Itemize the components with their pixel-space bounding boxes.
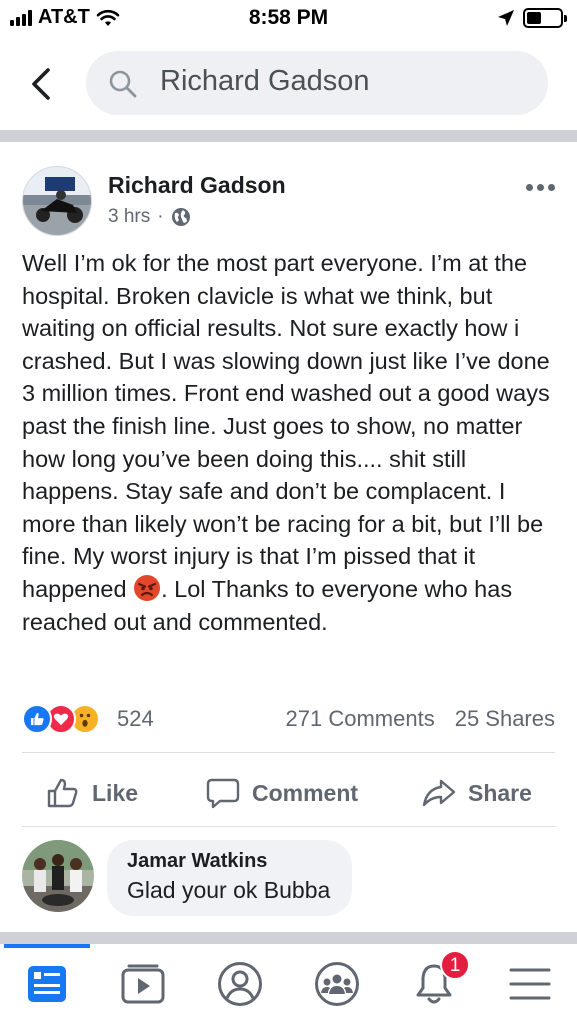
reaction-count[interactable]: 524 bbox=[117, 706, 154, 732]
divider bbox=[22, 752, 555, 753]
divider bbox=[0, 130, 577, 142]
search-icon bbox=[109, 70, 137, 98]
comment-button[interactable]: Comment bbox=[206, 777, 358, 809]
angry-face-emoji-icon bbox=[134, 574, 161, 601]
tab-news-feed[interactable] bbox=[17, 958, 77, 1010]
search-query: Richard Gadson bbox=[160, 65, 370, 97]
search-input[interactable]: Richard Gadson bbox=[86, 51, 548, 115]
post-text-part1: Well I’m ok for the most part everyone. … bbox=[22, 250, 550, 602]
reactions-summary[interactable]: 524 271 Comments 25 Shares bbox=[22, 702, 555, 736]
globe-icon bbox=[171, 208, 190, 226]
post-meta: 3 hrs · bbox=[108, 206, 191, 228]
commenter-name[interactable]: Jamar Watkins bbox=[127, 850, 330, 873]
share-arrow-icon bbox=[422, 779, 456, 807]
battery-icon bbox=[523, 8, 567, 28]
comment-label: Comment bbox=[252, 779, 359, 806]
tab-groups[interactable] bbox=[307, 958, 367, 1010]
commenter-avatar[interactable] bbox=[22, 840, 94, 912]
comment-bubble-icon bbox=[206, 778, 240, 809]
groups-icon bbox=[315, 962, 359, 1006]
search-header: Richard Gadson bbox=[0, 38, 577, 130]
active-tab-indicator bbox=[4, 944, 90, 948]
divider bbox=[22, 826, 555, 827]
comment-text: Glad your ok Bubba bbox=[127, 877, 331, 903]
like-label: Like bbox=[92, 779, 139, 806]
post-author[interactable]: Richard Gadson bbox=[108, 172, 286, 199]
comments-count[interactable]: 271 Comments bbox=[286, 706, 435, 732]
status-bar: AT&T 8:58 PM bbox=[0, 0, 577, 38]
reaction-icons bbox=[22, 702, 112, 736]
tab-profile[interactable] bbox=[210, 958, 270, 1010]
location-arrow-icon bbox=[498, 10, 514, 26]
more-options-icon[interactable] bbox=[526, 184, 555, 191]
tab-menu[interactable] bbox=[500, 958, 560, 1010]
tab-notifications[interactable]: 1 bbox=[404, 950, 470, 1010]
video-play-icon bbox=[121, 964, 165, 1004]
thumbs-up-icon bbox=[47, 778, 78, 808]
like-button[interactable]: Like bbox=[46, 777, 138, 809]
clock: 8:58 PM bbox=[248, 6, 329, 29]
shares-count[interactable]: 25 Shares bbox=[455, 706, 555, 732]
comment-bubble[interactable]: Jamar Watkins Glad your ok Bubba bbox=[107, 840, 353, 916]
share-button[interactable]: Share bbox=[422, 777, 532, 809]
author-avatar[interactable] bbox=[22, 166, 92, 236]
tab-watch[interactable] bbox=[113, 958, 173, 1010]
notification-badge: 1 bbox=[440, 950, 470, 980]
like-reaction-icon bbox=[22, 704, 52, 734]
post-text: Well I’m ok for the most part everyone. … bbox=[22, 247, 562, 638]
back-chevron-icon[interactable] bbox=[26, 64, 58, 104]
hamburger-menu-icon bbox=[509, 968, 551, 1000]
divider bbox=[0, 932, 577, 944]
post-time[interactable]: 3 hrs bbox=[108, 206, 150, 228]
meta-separator: · bbox=[157, 206, 164, 227]
post-actions: Like Comment Share bbox=[0, 771, 577, 821]
profile-icon bbox=[218, 962, 262, 1006]
share-label: Share bbox=[468, 779, 532, 806]
bottom-tab-bar: 1 bbox=[0, 944, 577, 1024]
news-feed-icon bbox=[28, 966, 66, 1002]
